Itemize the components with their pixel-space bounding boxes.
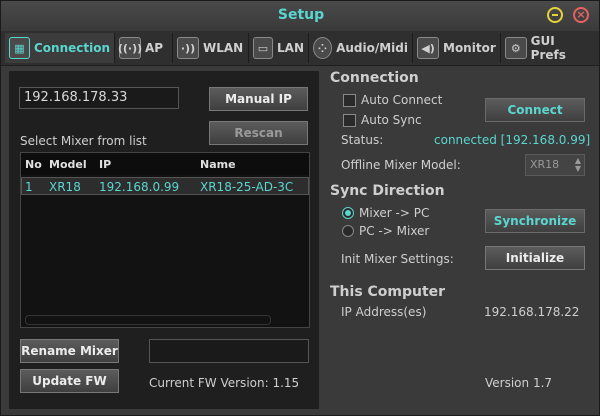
pc-to-mixer-label: PC -> Mixer: [359, 224, 430, 238]
tab-label: GUI Prefs: [530, 34, 566, 62]
auto-connect-checkbox[interactable]: [343, 94, 356, 107]
column-header: Model: [49, 158, 87, 171]
column-header: No: [25, 158, 42, 171]
this-computer-heading: This Computer: [330, 284, 446, 300]
tab-label: WLAN: [203, 41, 244, 55]
speaker-icon: ◀): [417, 37, 439, 59]
cell-ip: 192.168.0.99: [99, 180, 180, 194]
auto-sync-checkbox[interactable]: [343, 114, 356, 127]
tab-label: AP: [145, 41, 164, 55]
window-title: Setup: [277, 7, 325, 23]
table-row[interactable]: 1 XR18 192.168.0.99 XR18-25-AD-3C: [21, 177, 309, 195]
tab-monitor[interactable]: ◀) Monitor: [413, 33, 501, 63]
mixer-table[interactable]: No Model IP Name 1 XR18 192.168.0.99 XR1…: [20, 152, 310, 328]
tab-bar: ▦ Connection ((·)) AP ·)) WLAN ▭ LAN ⁘ A…: [1, 31, 599, 66]
select-mixer-label: Select Mixer from list: [20, 134, 147, 148]
version-label: Version 1.7: [485, 376, 553, 390]
tab-label: Monitor: [443, 41, 496, 55]
midi-icon: ⁘: [313, 37, 333, 59]
ethernet-icon: ▭: [253, 37, 274, 59]
minimize-icon[interactable]: [547, 7, 563, 23]
cell-name: XR18-25-AD-3C: [200, 180, 294, 194]
cell-no: 1: [25, 180, 33, 194]
tab-gui-prefs[interactable]: ⚙ GUI Prefs: [501, 33, 597, 63]
synchronize-button[interactable]: Synchronize: [485, 209, 585, 233]
cell-model: XR18: [49, 180, 81, 194]
tab-audio-midi[interactable]: ⁘ Audio/Midi: [309, 33, 413, 63]
ip-input[interactable]: 192.168.178.33: [19, 87, 179, 109]
connection-heading: Connection: [330, 70, 419, 86]
auto-connect-label: Auto Connect: [361, 93, 443, 107]
ip-addresses-label: IP Address(es): [341, 305, 427, 319]
manual-ip-button[interactable]: Manual IP: [209, 87, 308, 111]
tab-connection[interactable]: ▦ Connection: [5, 33, 115, 63]
sync-direction-heading: Sync Direction: [330, 183, 445, 199]
offline-model-value: XR18: [530, 158, 560, 171]
mixer-to-pc-radio[interactable]: [342, 207, 354, 219]
column-header: Name: [200, 158, 236, 171]
gear-icon: ⚙: [505, 37, 527, 59]
mixer-name-field[interactable]: [149, 339, 309, 363]
tab-ap[interactable]: ((·)) AP: [115, 33, 173, 63]
column-header: IP: [99, 158, 112, 171]
pc-to-mixer-radio[interactable]: [342, 225, 354, 237]
close-icon[interactable]: ×: [573, 7, 589, 23]
wifi-icon: ·)): [177, 37, 199, 59]
connection-icon: ▦: [9, 37, 30, 59]
antenna-icon: ((·)): [118, 37, 142, 59]
mixer-to-pc-label: Mixer -> PC: [359, 206, 430, 220]
tab-label: Audio/Midi: [336, 41, 408, 55]
fw-version-label: Current FW Version: 1.15: [149, 376, 300, 390]
connect-button[interactable]: Connect: [485, 98, 585, 122]
init-settings-label: Init Mixer Settings:: [341, 252, 454, 266]
tab-label: LAN: [277, 41, 304, 55]
ip-addresses-value: 192.168.178.22: [484, 305, 580, 319]
title-bar: Setup ×: [1, 1, 599, 31]
table-header: No Model IP Name: [21, 153, 309, 175]
tab-lan[interactable]: ▭ LAN: [249, 33, 309, 63]
tab-wlan[interactable]: ·)) WLAN: [173, 33, 249, 63]
status-value: connected [192.168.0.99]: [434, 133, 591, 147]
initialize-button[interactable]: Initialize: [485, 246, 585, 270]
offline-model-label: Offline Mixer Model:: [341, 158, 461, 172]
spinner-icon: ▲ ▼: [574, 156, 581, 173]
offline-model-select[interactable]: XR18 ▲ ▼: [525, 154, 585, 176]
setup-window: Setup × ▦ Connection ((·)) AP ·)) WLAN ▭…: [0, 0, 600, 416]
status-label: Status:: [341, 133, 384, 147]
auto-sync-label: Auto Sync: [361, 113, 422, 127]
update-fw-button[interactable]: Update FW: [20, 369, 119, 393]
rename-mixer-button[interactable]: Rename Mixer: [20, 339, 119, 363]
rescan-button[interactable]: Rescan: [209, 121, 308, 145]
tab-label: Connection: [33, 41, 110, 55]
horizontal-scrollbar[interactable]: [25, 315, 271, 325]
